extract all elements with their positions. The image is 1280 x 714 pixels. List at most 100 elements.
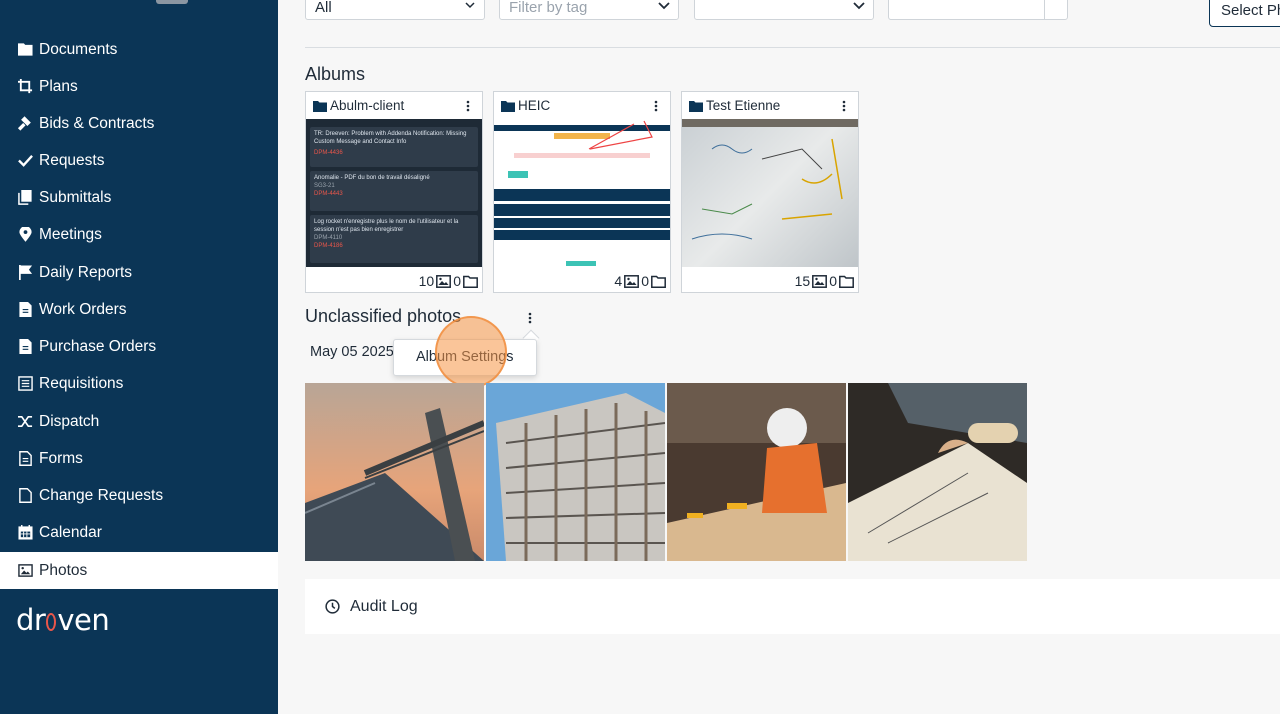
sidebar-item-forms[interactable]: Forms [0,440,278,477]
chevron-down-icon [853,2,865,10]
check-icon [17,153,33,169]
calendar-icon [17,525,33,541]
sidebar-item-label: Requests [39,151,105,169]
copy-icon [17,190,33,206]
sidebar-item-calendar[interactable]: Calendar [0,514,278,551]
sidebar-item-label: Dispatch [39,412,100,430]
file-icon [17,339,33,355]
sidebar-item-plans[interactable]: Plans [0,68,278,105]
audit-log-label: Audit Log [350,597,418,615]
sidebar: Documents Plans Bids & Contracts Requests Su… [0,0,278,714]
thumb-text: DPM-4110 [314,235,343,241]
photo-building-frame[interactable] [486,383,665,561]
image-icon [17,563,33,579]
file-icon [17,302,33,318]
dreeven-logo: dr ven [16,603,110,637]
sidebar-item-submittals[interactable]: Submittals [0,179,278,216]
sidebar-item-label: Change Requests [39,486,164,504]
album-name: Abulm-client [330,98,405,113]
sidebar-item-label: Work Orders [39,300,127,318]
file-outline-icon [17,488,33,504]
sidebar-item-requisitions[interactable]: Requisitions [0,365,278,402]
image-icon [812,274,828,288]
album-counts: 15 0 [795,273,854,289]
sidebar-item-purchase-orders[interactable]: Purchase Orders [0,328,278,365]
filter-by-tag-select[interactable]: Filter by tag [499,0,679,20]
folder-outline-icon [463,275,478,288]
sidebar-item-label: Purchase Orders [39,337,157,355]
album-card[interactable]: Test Etienne 15 0 [681,91,859,293]
count-badge [156,0,188,4]
date-filter-input[interactable] [888,0,1068,20]
album-header: Abulm-client [306,92,482,119]
photo-blueprint[interactable] [848,383,1027,561]
thumb-text: TR: Dreeven: Problem with Addenda Notifi… [314,131,467,145]
thumb-text: Anomalie - PDF du bon de travail désalig… [314,175,430,181]
chevron-down-icon [465,2,475,9]
sidebar-item-label: Requisitions [39,374,124,392]
kebab-menu-icon[interactable] [654,100,658,112]
sidebar-item-label: Forms [39,449,83,467]
thumb-text: SG3-21 [314,183,335,189]
list-icon [17,376,33,392]
flag-icon [17,265,33,281]
thumb-text: DPM-4436 [314,150,343,156]
photo-date-group: May 05 2025 [310,344,394,360]
album-thumbnail [682,119,858,267]
album-thumbnail: TR: Dreeven: Problem with Addenda Notifi… [306,119,482,267]
album-card[interactable]: Abulm-client TR: Dreeven: Problem with A… [305,91,483,293]
photo-crane[interactable] [305,383,484,561]
album-header: HEIC [494,92,670,119]
sidebar-item-photos[interactable]: Photos [0,552,278,589]
sidebar-item-label: Plans [39,77,78,95]
unclassified-photos-title: Unclassified photos [305,306,462,326]
album-settings-menu-item[interactable]: Album Settings [416,349,514,365]
album-counts: 4 0 [614,273,666,289]
thumb-text: DPM-4186 [314,243,343,249]
divider [305,47,1280,48]
sidebar-item-label: Calendar [39,523,102,541]
sidebar-item-label: Bids & Contracts [39,114,155,132]
filter-select-all[interactable]: All [305,0,485,20]
sidebar-item-dispatch[interactable]: Dispatch [0,403,278,440]
sidebar-item-label: Photos [39,561,88,579]
sidebar-item-change-requests[interactable]: Change Requests [0,477,278,514]
sidebar-item-daily-reports[interactable]: Daily Reports [0,254,278,291]
folder-icon [501,100,515,112]
photo-worker-wood[interactable] [667,383,846,561]
gavel-icon [17,116,33,132]
sidebar-item-label: Submittals [39,188,112,206]
album-name: Test Etienne [706,98,781,113]
crop-icon [17,79,33,95]
sidebar-item-meetings[interactable]: Meetings [0,216,278,253]
sidebar-item-label: Meetings [39,225,102,243]
sidebar-item-work-orders[interactable]: Work Orders [0,291,278,328]
album-card[interactable]: HEIC 4 0 [493,91,671,293]
kebab-menu-icon[interactable] [842,100,846,112]
folder-outline-icon [651,275,666,288]
album-thumbnail [494,119,670,267]
image-icon [624,274,640,288]
sidebar-item-requests[interactable]: Requests [0,142,278,179]
album-settings-menu: Album Settings [393,339,537,376]
sidebar-item-partial[interactable] [16,0,276,4]
shuffle-icon [17,414,33,430]
clock-icon [325,599,340,614]
album-name: HEIC [518,98,551,113]
folder-icon [17,42,33,58]
image-icon [436,274,452,288]
filter-select-3[interactable] [694,0,874,20]
sidebar-item-label: Daily Reports [39,263,133,281]
sidebar-item-label: Documents [39,40,118,58]
select-photos-button[interactable]: Select Ph [1209,0,1280,27]
folder-icon [313,100,327,112]
sidebar-item-bids-contracts[interactable]: Bids & Contracts [0,105,278,142]
map-pin-icon [17,227,33,243]
thumb-text: DPM-4443 [314,191,343,197]
kebab-menu-icon[interactable] [528,312,532,324]
chevron-down-icon [658,2,670,10]
kebab-menu-icon[interactable] [466,100,470,112]
audit-log-panel[interactable]: Audit Log [305,579,1280,634]
folder-outline-icon [839,275,854,288]
sidebar-item-documents[interactable]: Documents [0,31,278,68]
